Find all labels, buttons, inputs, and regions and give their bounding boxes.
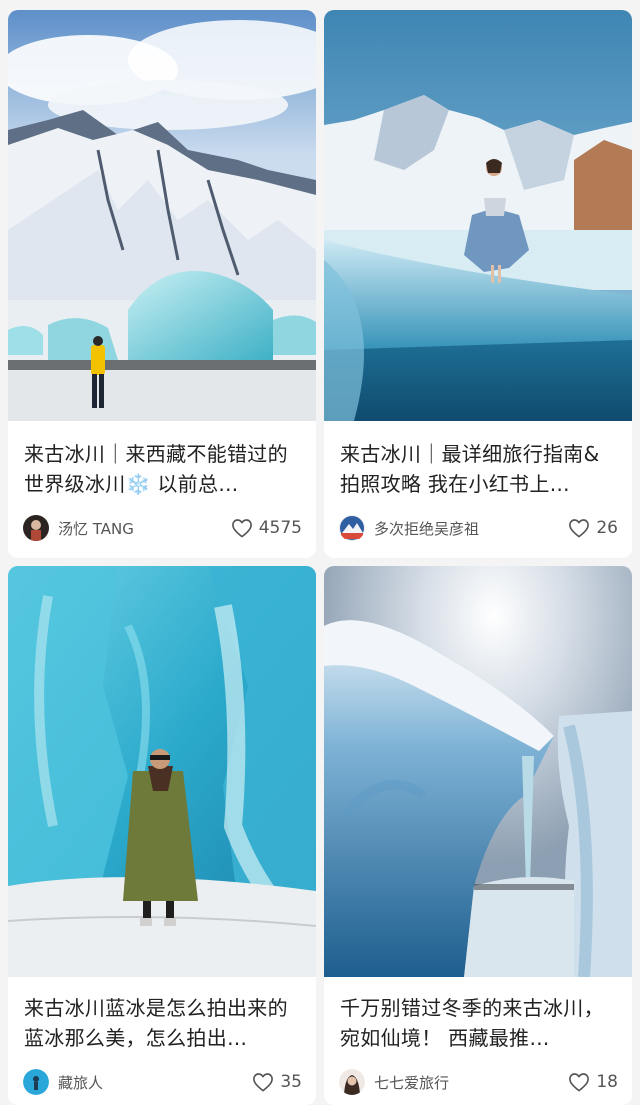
heart-outline-icon — [231, 519, 252, 538]
author-name[interactable]: 七七爱旅行 — [374, 1072, 568, 1093]
note-card[interactable]: 来古冰川｜最详细旅行指南&拍照攻略 我在小红书上… 多次拒绝吴彦祖 26 — [324, 10, 632, 558]
like-count: 18 — [596, 1072, 618, 1092]
avatar[interactable] — [339, 1069, 365, 1095]
note-cover-image[interactable] — [8, 10, 316, 421]
note-card[interactable]: 来古冰川｜来西藏不能错过的世界级冰川❄️ 以前总… 汤忆 TANG 4575 — [8, 10, 316, 558]
author-name[interactable]: 藏旅人 — [58, 1072, 252, 1093]
heart-outline-icon — [569, 519, 590, 538]
note-title[interactable]: 千万别错过冬季的来古冰川，宛如仙境！ 西藏最推… — [340, 993, 618, 1053]
like-button[interactable]: 35 — [252, 1072, 302, 1092]
avatar[interactable] — [23, 1069, 49, 1095]
heart-outline-icon — [569, 1073, 590, 1092]
note-cover-image[interactable] — [324, 566, 632, 977]
note-meta: 藏旅人 35 — [23, 1068, 302, 1096]
note-card[interactable]: 千万别错过冬季的来古冰川，宛如仙境！ 西藏最推… 七七爱旅行 18 — [324, 566, 632, 1105]
heart-outline-icon — [253, 1073, 274, 1092]
note-title[interactable]: 来古冰川｜最详细旅行指南&拍照攻略 我在小红书上… — [340, 439, 618, 499]
author-name[interactable]: 多次拒绝吴彦祖 — [374, 518, 568, 539]
note-cover-image[interactable] — [8, 566, 316, 977]
avatar[interactable] — [339, 515, 365, 541]
like-count: 26 — [596, 518, 618, 538]
like-button[interactable]: 4575 — [231, 518, 302, 538]
note-card[interactable]: 来古冰川蓝冰是怎么拍出来的 蓝冰那么美，怎么拍出… 藏旅人 35 — [8, 566, 316, 1105]
note-meta: 七七爱旅行 18 — [339, 1068, 618, 1096]
like-count: 4575 — [258, 518, 302, 538]
note-title[interactable]: 来古冰川｜来西藏不能错过的世界级冰川❄️ 以前总… — [24, 439, 302, 499]
note-meta: 汤忆 TANG 4575 — [23, 514, 302, 542]
like-count: 35 — [280, 1072, 302, 1092]
note-title[interactable]: 来古冰川蓝冰是怎么拍出来的 蓝冰那么美，怎么拍出… — [24, 993, 302, 1053]
like-button[interactable]: 26 — [568, 518, 618, 538]
author-name[interactable]: 汤忆 TANG — [58, 518, 231, 539]
note-meta: 多次拒绝吴彦祖 26 — [339, 514, 618, 542]
like-button[interactable]: 18 — [568, 1072, 618, 1092]
note-cover-image[interactable] — [324, 10, 632, 421]
note-feed: 来古冰川｜来西藏不能错过的世界级冰川❄️ 以前总… 汤忆 TANG 4575 来… — [0, 0, 640, 1105]
avatar[interactable] — [23, 515, 49, 541]
